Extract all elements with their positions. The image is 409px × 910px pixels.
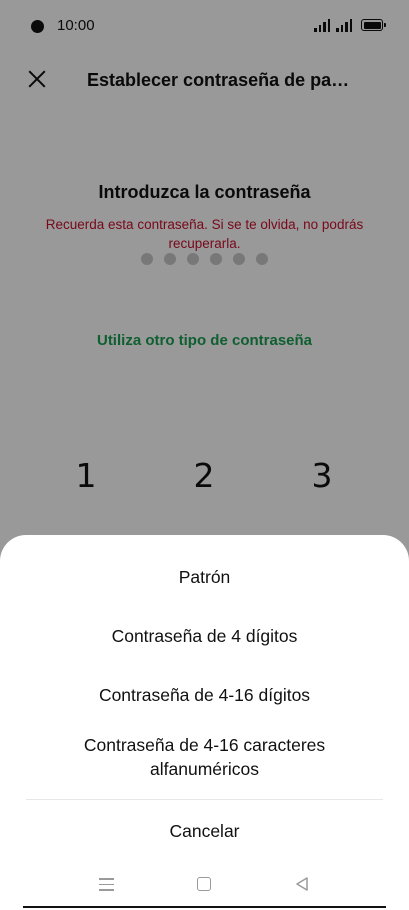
home-icon[interactable] <box>197 877 211 891</box>
cancel-button[interactable]: Cancelar <box>0 819 409 843</box>
bottom-edge <box>23 906 386 908</box>
option-pattern[interactable]: Patrón <box>0 565 409 589</box>
password-type-sheet: Patrón Contraseña de 4 dígitos Contraseñ… <box>0 535 409 910</box>
option-4-digit[interactable]: Contraseña de 4 dígitos <box>0 624 409 648</box>
menu-icon[interactable] <box>99 878 114 891</box>
sheet-divider <box>26 799 383 800</box>
back-icon[interactable] <box>294 876 310 892</box>
navigation-bar <box>0 861 409 907</box>
option-4-16-digit[interactable]: Contraseña de 4-16 dígitos <box>0 683 409 707</box>
option-alphanumeric[interactable]: Contraseña de 4-16 caracteres alfanuméri… <box>0 733 409 781</box>
